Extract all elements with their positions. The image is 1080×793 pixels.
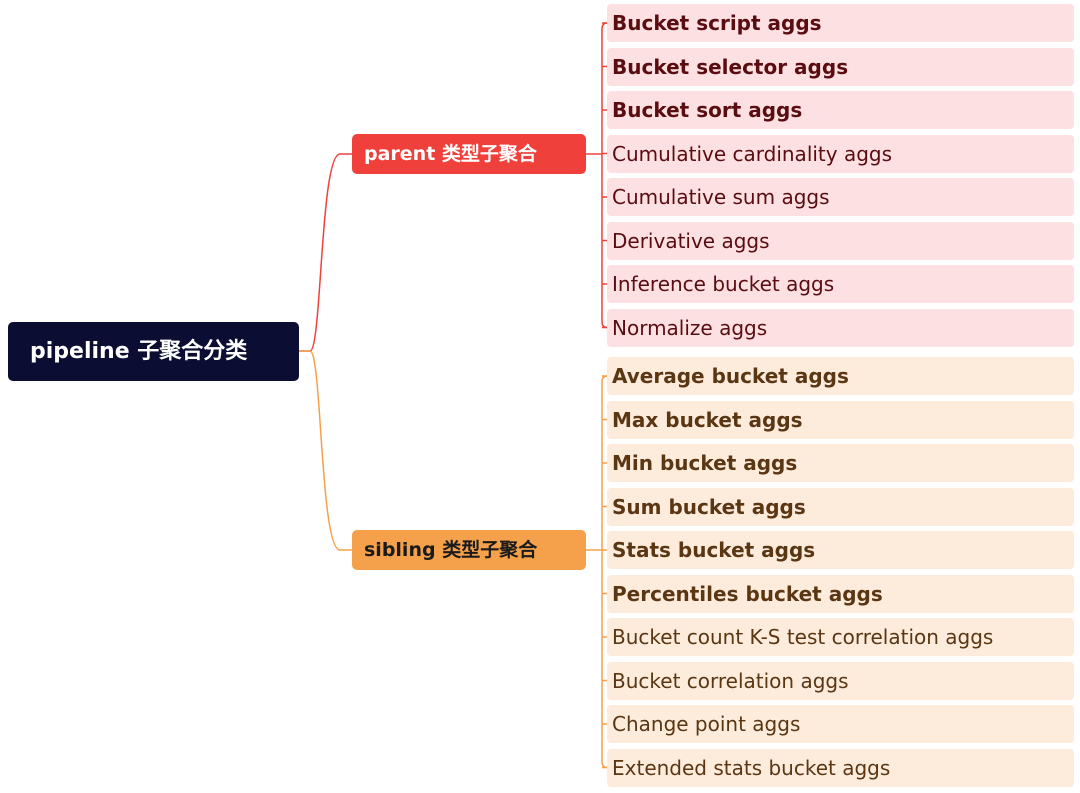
sibling-leaf-3[interactable]: Sum bucket aggs: [607, 487, 1074, 526]
root-to-parent-connector: [299, 153, 352, 352]
parent-leaf-6[interactable]: Inference bucket aggs: [607, 265, 1074, 303]
parent-leaf-4[interactable]: Cumulative sum aggs: [607, 178, 1074, 216]
sibling-leaf-9[interactable]: Extended stats bucket aggs: [607, 748, 1074, 787]
parent-leaf-2[interactable]: Bucket sort aggs: [607, 91, 1074, 129]
sibling-leaf-7[interactable]: Bucket correlation aggs: [607, 661, 1074, 700]
root-node[interactable]: pipeline 子聚合分类: [8, 322, 299, 381]
sibling-leaf-0[interactable]: Average bucket aggs: [607, 357, 1074, 395]
sibling-leaf-5[interactable]: Percentiles bucket aggs: [607, 574, 1074, 613]
parent-leaf-1[interactable]: Bucket selector aggs: [607, 47, 1074, 86]
sibling-leaf-1[interactable]: Max bucket aggs: [607, 400, 1074, 439]
parent-leaf-3[interactable]: Cumulative cardinality aggs: [607, 134, 1074, 173]
sibling-branch-node[interactable]: sibling 类型子聚合: [352, 530, 586, 570]
sibling-leaf-6[interactable]: Bucket count K-S test correlation aggs: [607, 618, 1074, 656]
parent-leaf-0[interactable]: Bucket script aggs: [607, 4, 1074, 42]
parent-branch-node[interactable]: parent 类型子聚合: [352, 134, 586, 174]
sibling-leaf-2[interactable]: Min bucket aggs: [607, 444, 1074, 482]
sibling-leaf-4[interactable]: Stats bucket aggs: [607, 531, 1074, 569]
sibling-leaf-8[interactable]: Change point aggs: [607, 705, 1074, 743]
parent-leaf-7[interactable]: Normalize aggs: [607, 308, 1074, 347]
parent-leaf-5[interactable]: Derivative aggs: [607, 221, 1074, 260]
root-to-sibling-connector: [299, 350, 352, 551]
